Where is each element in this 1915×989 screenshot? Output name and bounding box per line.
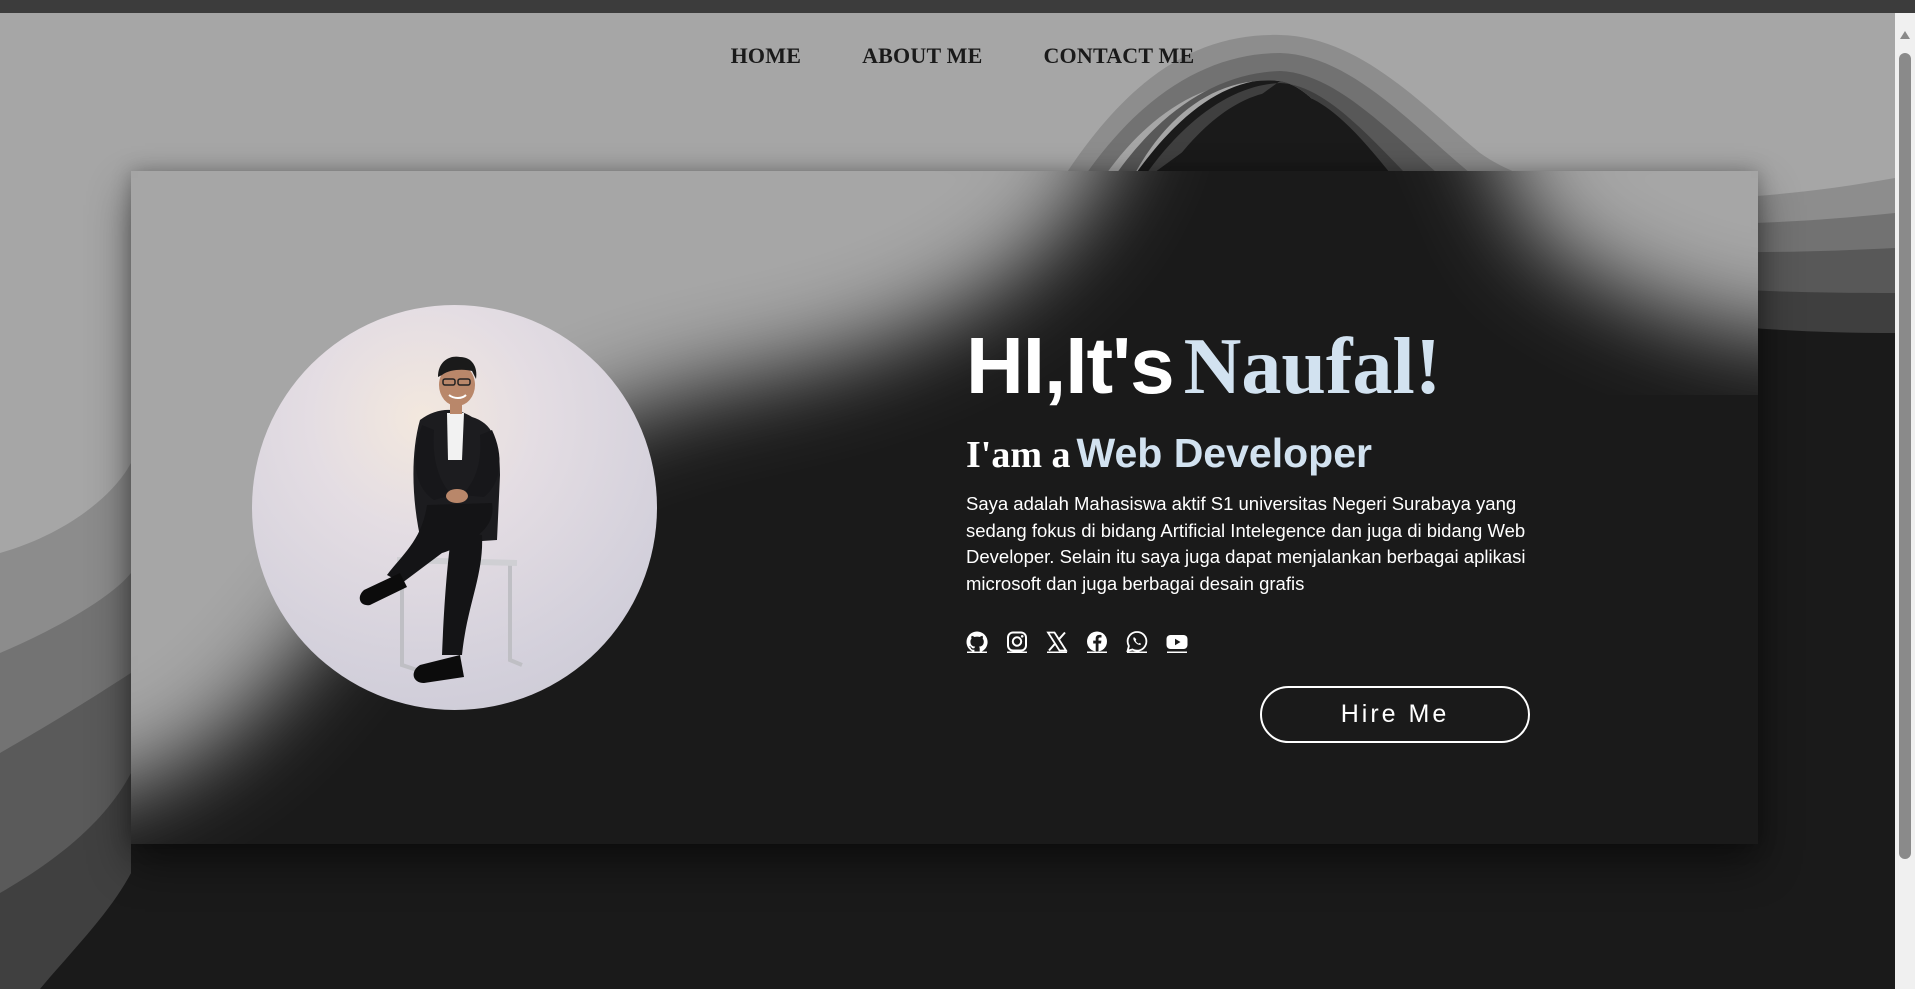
github-icon[interactable] — [965, 630, 989, 654]
youtube-icon[interactable] — [1165, 630, 1189, 654]
person-figure — [359, 356, 523, 683]
hero-subtitle: I'am a Web Developer — [966, 430, 1372, 476]
social-links — [965, 630, 1189, 654]
hero-greeting: HI,It's — [966, 321, 1175, 410]
nav-contact-link[interactable]: CONTACT ME — [1043, 43, 1194, 69]
browser-top-bar — [0, 0, 1915, 13]
profile-photo — [252, 305, 657, 710]
hero-title: HI,It's Naufal! — [966, 326, 1441, 408]
main-nav: HOME ABOUT ME CONTACT ME — [0, 43, 1895, 69]
scroll-up-arrow-icon[interactable] — [1899, 29, 1911, 41]
hero-card: HI,It's Naufal! I'am a Web Developer Saya … — [131, 171, 1758, 844]
hero-name: Naufal! — [1183, 323, 1442, 411]
hire-me-button[interactable]: Hire Me — [1260, 686, 1530, 743]
instagram-icon[interactable] — [1005, 630, 1029, 654]
facebook-icon[interactable] — [1085, 630, 1109, 654]
hero-iam: I'am a — [966, 434, 1071, 476]
hero-description: Saya adalah Mahasiswa aktif S1 universit… — [966, 493, 1526, 594]
nav-about-link[interactable]: ABOUT ME — [862, 43, 982, 69]
hero-role: Web Developer — [1076, 430, 1372, 476]
whatsapp-icon[interactable] — [1125, 630, 1149, 654]
x-twitter-icon[interactable] — [1045, 630, 1069, 654]
scrollbar-thumb[interactable] — [1899, 53, 1911, 859]
nav-home-link[interactable]: HOME — [731, 43, 801, 69]
page-scrollbar[interactable] — [1895, 13, 1915, 989]
